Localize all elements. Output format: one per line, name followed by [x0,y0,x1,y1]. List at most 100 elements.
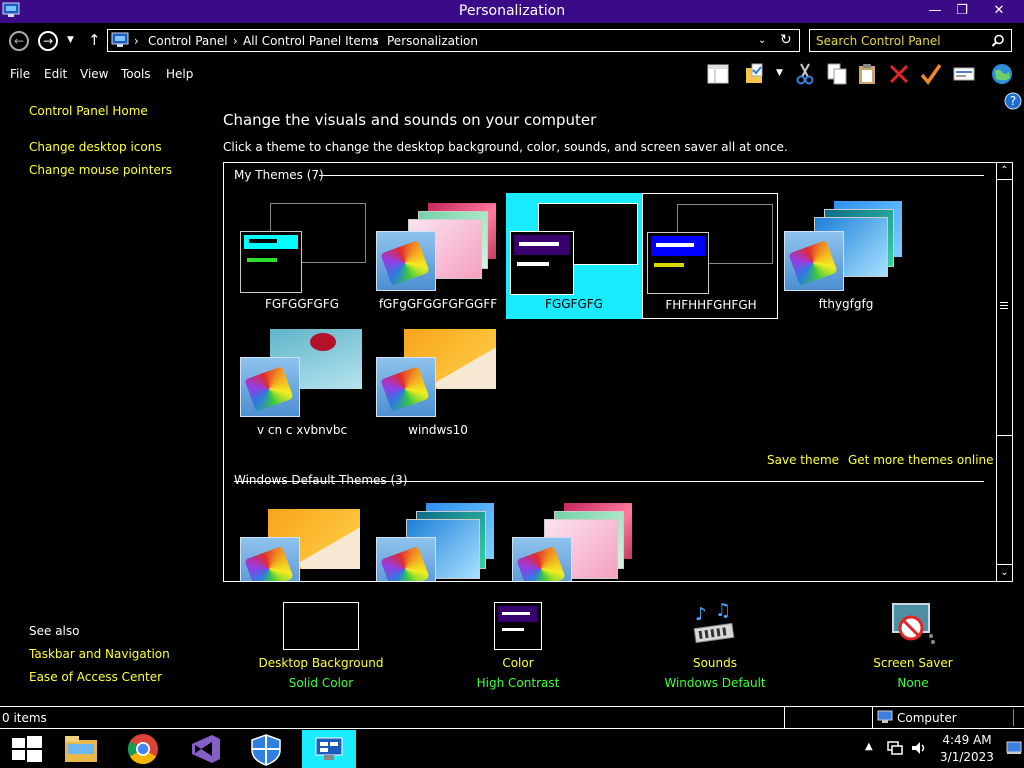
control-panel-icon [315,737,343,760]
control-panel-task-active[interactable] [302,730,356,768]
folder-options-icon[interactable] [744,62,768,86]
themes-list[interactable]: My Themes (7) FGFGGFGFG fGFgGFGGFGFGGFF … [223,162,1013,582]
breadcrumb-control-panel[interactable]: Control Panel [148,34,228,48]
theme-tile[interactable] [234,499,370,581]
get-more-themes-link[interactable]: Get more themes online [848,453,994,467]
theme-tile[interactable] [506,499,642,581]
search-box[interactable] [809,29,1012,52]
title-bar: Personalization — ❐ ✕ [0,0,1024,23]
svg-text:?: ? [1010,94,1016,108]
status-divider [784,707,785,728]
properties-icon[interactable] [952,62,976,86]
address-dropdown-chevron-icon[interactable]: ⌄ [758,35,766,46]
paste-icon[interactable] [856,62,880,86]
color-value[interactable]: High Contrast [418,676,618,690]
theme-tile[interactable]: fthygfgfg [778,193,914,319]
show-hidden-icons-chevron-icon[interactable]: ▲ [865,741,873,752]
change-mouse-pointers-link[interactable]: Change mouse pointers [29,163,172,177]
breadcrumb-separator-icon: › [134,34,139,48]
vertical-scrollbar[interactable]: ⌃ ⌄ [996,163,1012,581]
layout-icon[interactable] [706,62,730,86]
desktop-background-label[interactable]: Desktop Background [221,656,421,670]
start-windows-icon[interactable] [0,730,54,768]
change-desktop-icons-link[interactable]: Change desktop icons [29,140,162,154]
scroll-down-chevron-icon[interactable]: ⌄ [997,564,1012,581]
sounds-label[interactable]: Sounds [615,656,815,670]
status-bar: 0 items Computer [0,706,1024,728]
color-preview [494,602,542,650]
up-arrow-icon[interactable]: ↑ [88,31,101,49]
notification-icon[interactable] [1006,741,1022,755]
forward-arrow-icon[interactable]: → [38,31,58,51]
theme-tile[interactable]: windws10 [370,319,506,445]
default-themes-header: Windows Default Themes (3) [234,473,408,487]
theme-tile-selected[interactable]: FGGFGFG [506,193,642,319]
screen-saver-setting[interactable]: Screen Saver None [813,598,1013,690]
group-divider [234,481,984,482]
screen-saver-value[interactable]: None [813,676,1013,690]
theme-tile[interactable] [370,499,506,581]
volume-icon[interactable] [910,739,928,757]
address-bar[interactable]: › Control Panel › All Control Panel Item… [107,29,800,52]
theme-tile[interactable]: v cn c xvbnvbc [234,319,370,445]
close-button[interactable]: ✕ [982,0,1016,22]
scroll-up-chevron-icon[interactable]: ⌃ [997,163,1012,180]
breadcrumb-personalization[interactable]: Personalization [387,34,478,48]
menu-view[interactable]: View [80,67,108,81]
theme-name: FHFHHFGHFGH [665,298,757,312]
screen-saver-label[interactable]: Screen Saver [813,656,1013,670]
svg-text:♪: ♪ [695,604,707,625]
page-description: Click a theme to change the desktop back… [223,140,788,154]
copy-icon[interactable] [825,62,849,86]
palette-icon [512,537,572,581]
visual-studio-icon[interactable] [178,730,232,768]
theme-tile[interactable]: fGFgGFGGFGFGGFF [370,193,506,319]
clock-date[interactable]: 3/1/2023 [930,750,1004,764]
menu-edit[interactable]: Edit [44,67,67,81]
theme-tile[interactable]: FGFGGFGFG [234,193,370,319]
back-arrow-icon[interactable]: ← [9,31,29,51]
color-label[interactable]: Color [418,656,618,670]
folder-options-chevron-icon[interactable]: ▼ [776,68,783,78]
delete-icon[interactable] [887,62,911,86]
scrollbar-thumb[interactable] [997,179,1012,436]
help-icon[interactable]: ? [1004,92,1022,110]
theme-name: fthygfgfg [818,297,874,311]
item-count: 0 items [2,711,47,725]
taskbar-navigation-link[interactable]: Taskbar and Navigation [29,647,170,661]
desktop-background-value[interactable]: Solid Color [221,676,421,690]
refresh-icon[interactable]: ↻ [780,32,792,48]
menu-tools[interactable]: Tools [121,67,151,81]
sounds-icon: ♪ ♫ [693,600,735,644]
ease-of-access-link[interactable]: Ease of Access Center [29,670,162,684]
desktop-background-setting[interactable]: Desktop Background Solid Color [221,598,421,690]
globe-icon[interactable] [990,62,1014,86]
theme-tile[interactable]: FHFHHFGHFGH [642,193,778,319]
breadcrumb-separator-icon: › [374,34,379,48]
cut-icon[interactable] [793,62,817,86]
breadcrumb-separator-icon: › [233,34,238,48]
recent-pages-chevron-icon[interactable]: ▼ [67,35,74,45]
sounds-setting[interactable]: ♪ ♫ Sounds Windows Default [615,598,815,690]
palette-icon [376,357,436,417]
breadcrumb-all-items[interactable]: All Control Panel Items [243,34,379,48]
file-explorer-icon[interactable] [54,730,108,768]
menu-help[interactable]: Help [166,67,193,81]
theme-name: fGFgGFGGFGFGGFF [378,297,498,311]
check-icon[interactable] [919,62,943,86]
clock-time[interactable]: 4:49 AM [930,733,1004,747]
windows-defender-icon[interactable] [239,730,293,768]
search-icon[interactable] [991,34,1005,48]
maximize-button[interactable]: ❐ [945,0,979,22]
resize-grip[interactable] [1013,709,1022,726]
control-panel-home-link[interactable]: Control Panel Home [29,104,148,118]
chrome-icon[interactable] [116,730,170,768]
color-setting[interactable]: Color High Contrast [418,598,618,690]
search-input[interactable] [816,33,986,48]
network-icon[interactable] [886,739,904,757]
location-label: Computer [897,711,957,725]
save-theme-link[interactable]: Save theme [767,453,839,467]
theme-color-swatch [647,232,709,294]
sounds-value[interactable]: Windows Default [615,676,815,690]
menu-file[interactable]: File [10,67,30,81]
